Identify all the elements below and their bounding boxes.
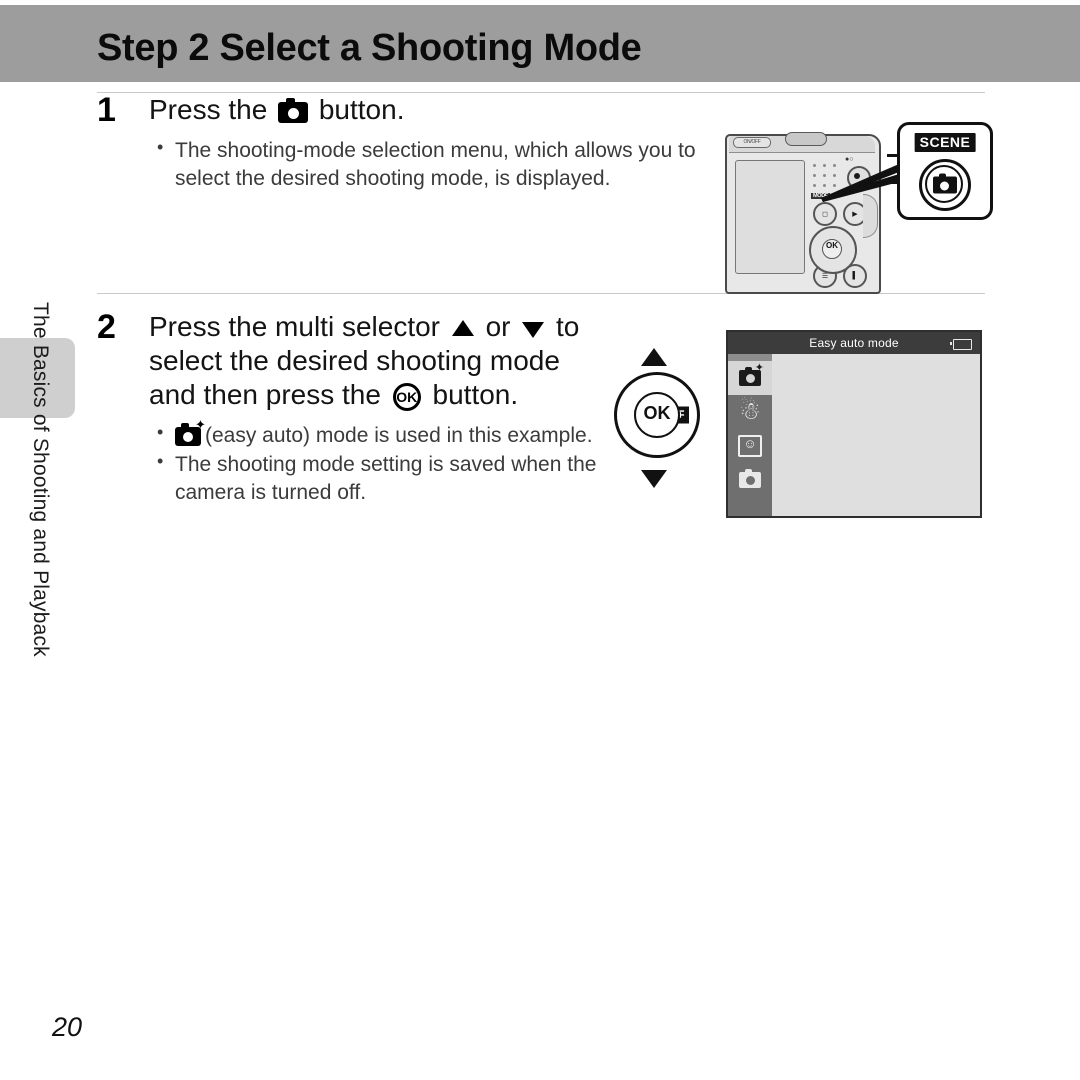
auto-mode-icon xyxy=(739,469,761,488)
step-2-heading-line1-pre: Press the multi selector xyxy=(149,311,440,342)
camera-grip xyxy=(863,194,878,238)
camera-body: ON/OFF ●○ MODE ◻ ▶ ☰ ▌ OK xyxy=(725,132,881,294)
speaker-dots xyxy=(813,164,847,194)
list-item-text: (easy auto) mode is used in this example… xyxy=(205,424,593,448)
triangle-down-icon xyxy=(522,322,545,338)
screen-preview-area xyxy=(772,361,980,516)
step-1-heading: Press the button. xyxy=(149,93,709,127)
step-2-heading-line1-post: to xyxy=(556,311,580,342)
step-2-bullets: ✦(easy auto) mode is used in this exampl… xyxy=(149,418,619,506)
triangle-down-icon xyxy=(641,470,667,488)
camera-back-illustration: ON/OFF ●○ MODE ◻ ▶ ☰ ▌ OK SCENE xyxy=(725,122,993,294)
list-item: The shooting mode setting is saved when … xyxy=(149,450,619,506)
screen-title-bar: Easy auto mode xyxy=(728,332,980,354)
power-button: ON/OFF xyxy=(733,137,771,148)
mode-item-smart-portrait[interactable]: ☺ xyxy=(728,429,772,463)
multi-selector-ok-label: OK xyxy=(826,241,838,250)
scene-mode-icon: ☃ xyxy=(739,398,761,425)
chapter-tab-label: The Basics of Shooting and Playback xyxy=(29,302,52,657)
mode-item-auto[interactable] xyxy=(728,463,772,497)
triangle-up-icon xyxy=(641,348,667,366)
camera-icon xyxy=(933,173,957,194)
step-1-number: 1 xyxy=(97,91,116,129)
callout-mode-button xyxy=(919,159,971,211)
scene-label: SCENE xyxy=(914,133,976,152)
ok-button: OK xyxy=(634,392,680,438)
camera-lcd-screen xyxy=(735,160,805,274)
step-2-heading-line3-pre: and then press the xyxy=(149,379,381,411)
triangle-up-icon xyxy=(451,320,474,336)
mode-list-top-cap xyxy=(728,354,772,361)
list-item: ✦(easy auto) mode is used in this exampl… xyxy=(149,418,619,450)
step-2-heading-or: or xyxy=(485,311,511,342)
mode-button-label: MODE xyxy=(811,193,831,199)
page-title: Step 2 Select a Shooting Mode xyxy=(97,27,642,69)
screen-title: Easy auto mode xyxy=(809,336,899,350)
mode-item-scene[interactable]: ☃ xyxy=(728,395,772,429)
scene-button-callout: SCENE xyxy=(897,122,993,220)
step-2-heading-line3-post: button. xyxy=(432,379,519,411)
page-header-band: Step 2 Select a Shooting Mode xyxy=(0,5,1080,82)
step-1-bullets: The shooting-mode selection menu, which … xyxy=(149,136,709,192)
shutter-button xyxy=(785,132,827,146)
mode-item-easy-auto[interactable]: ✦ xyxy=(728,361,772,395)
movie-record-label: ●○ xyxy=(845,156,854,163)
multi-selector-illustration: ⚡ ↻ ∓ ☘ OK xyxy=(600,348,708,488)
smart-portrait-mode-icon: ☺ xyxy=(738,435,762,457)
step-2-heading-line2: select the desired shooting mode xyxy=(149,345,560,377)
multi-selector-ring: ⚡ ↻ ∓ ☘ OK xyxy=(614,372,700,458)
ok-button-icon: OK xyxy=(392,383,421,412)
easy-auto-mode-icon: ✦ xyxy=(175,418,206,447)
page-number: 20 xyxy=(52,1012,83,1042)
mode-button: ◻ xyxy=(813,202,837,226)
step-1-body: Press the button. The shooting-mode sele… xyxy=(149,93,709,194)
battery-icon xyxy=(950,339,972,350)
movie-record-button xyxy=(847,166,871,190)
multi-selector-dial: OK xyxy=(809,226,857,274)
shooting-mode-menu-screen: Easy auto mode ✦ ☃ ☺ xyxy=(726,330,982,518)
step-2-number: 2 xyxy=(97,308,116,346)
step-1-heading-post: button. xyxy=(318,94,405,125)
easy-auto-mode-icon: ✦ xyxy=(739,363,764,386)
list-item: The shooting-mode selection menu, which … xyxy=(149,136,709,192)
step-1-heading-pre: Press the xyxy=(149,94,268,125)
camera-icon xyxy=(278,98,309,123)
